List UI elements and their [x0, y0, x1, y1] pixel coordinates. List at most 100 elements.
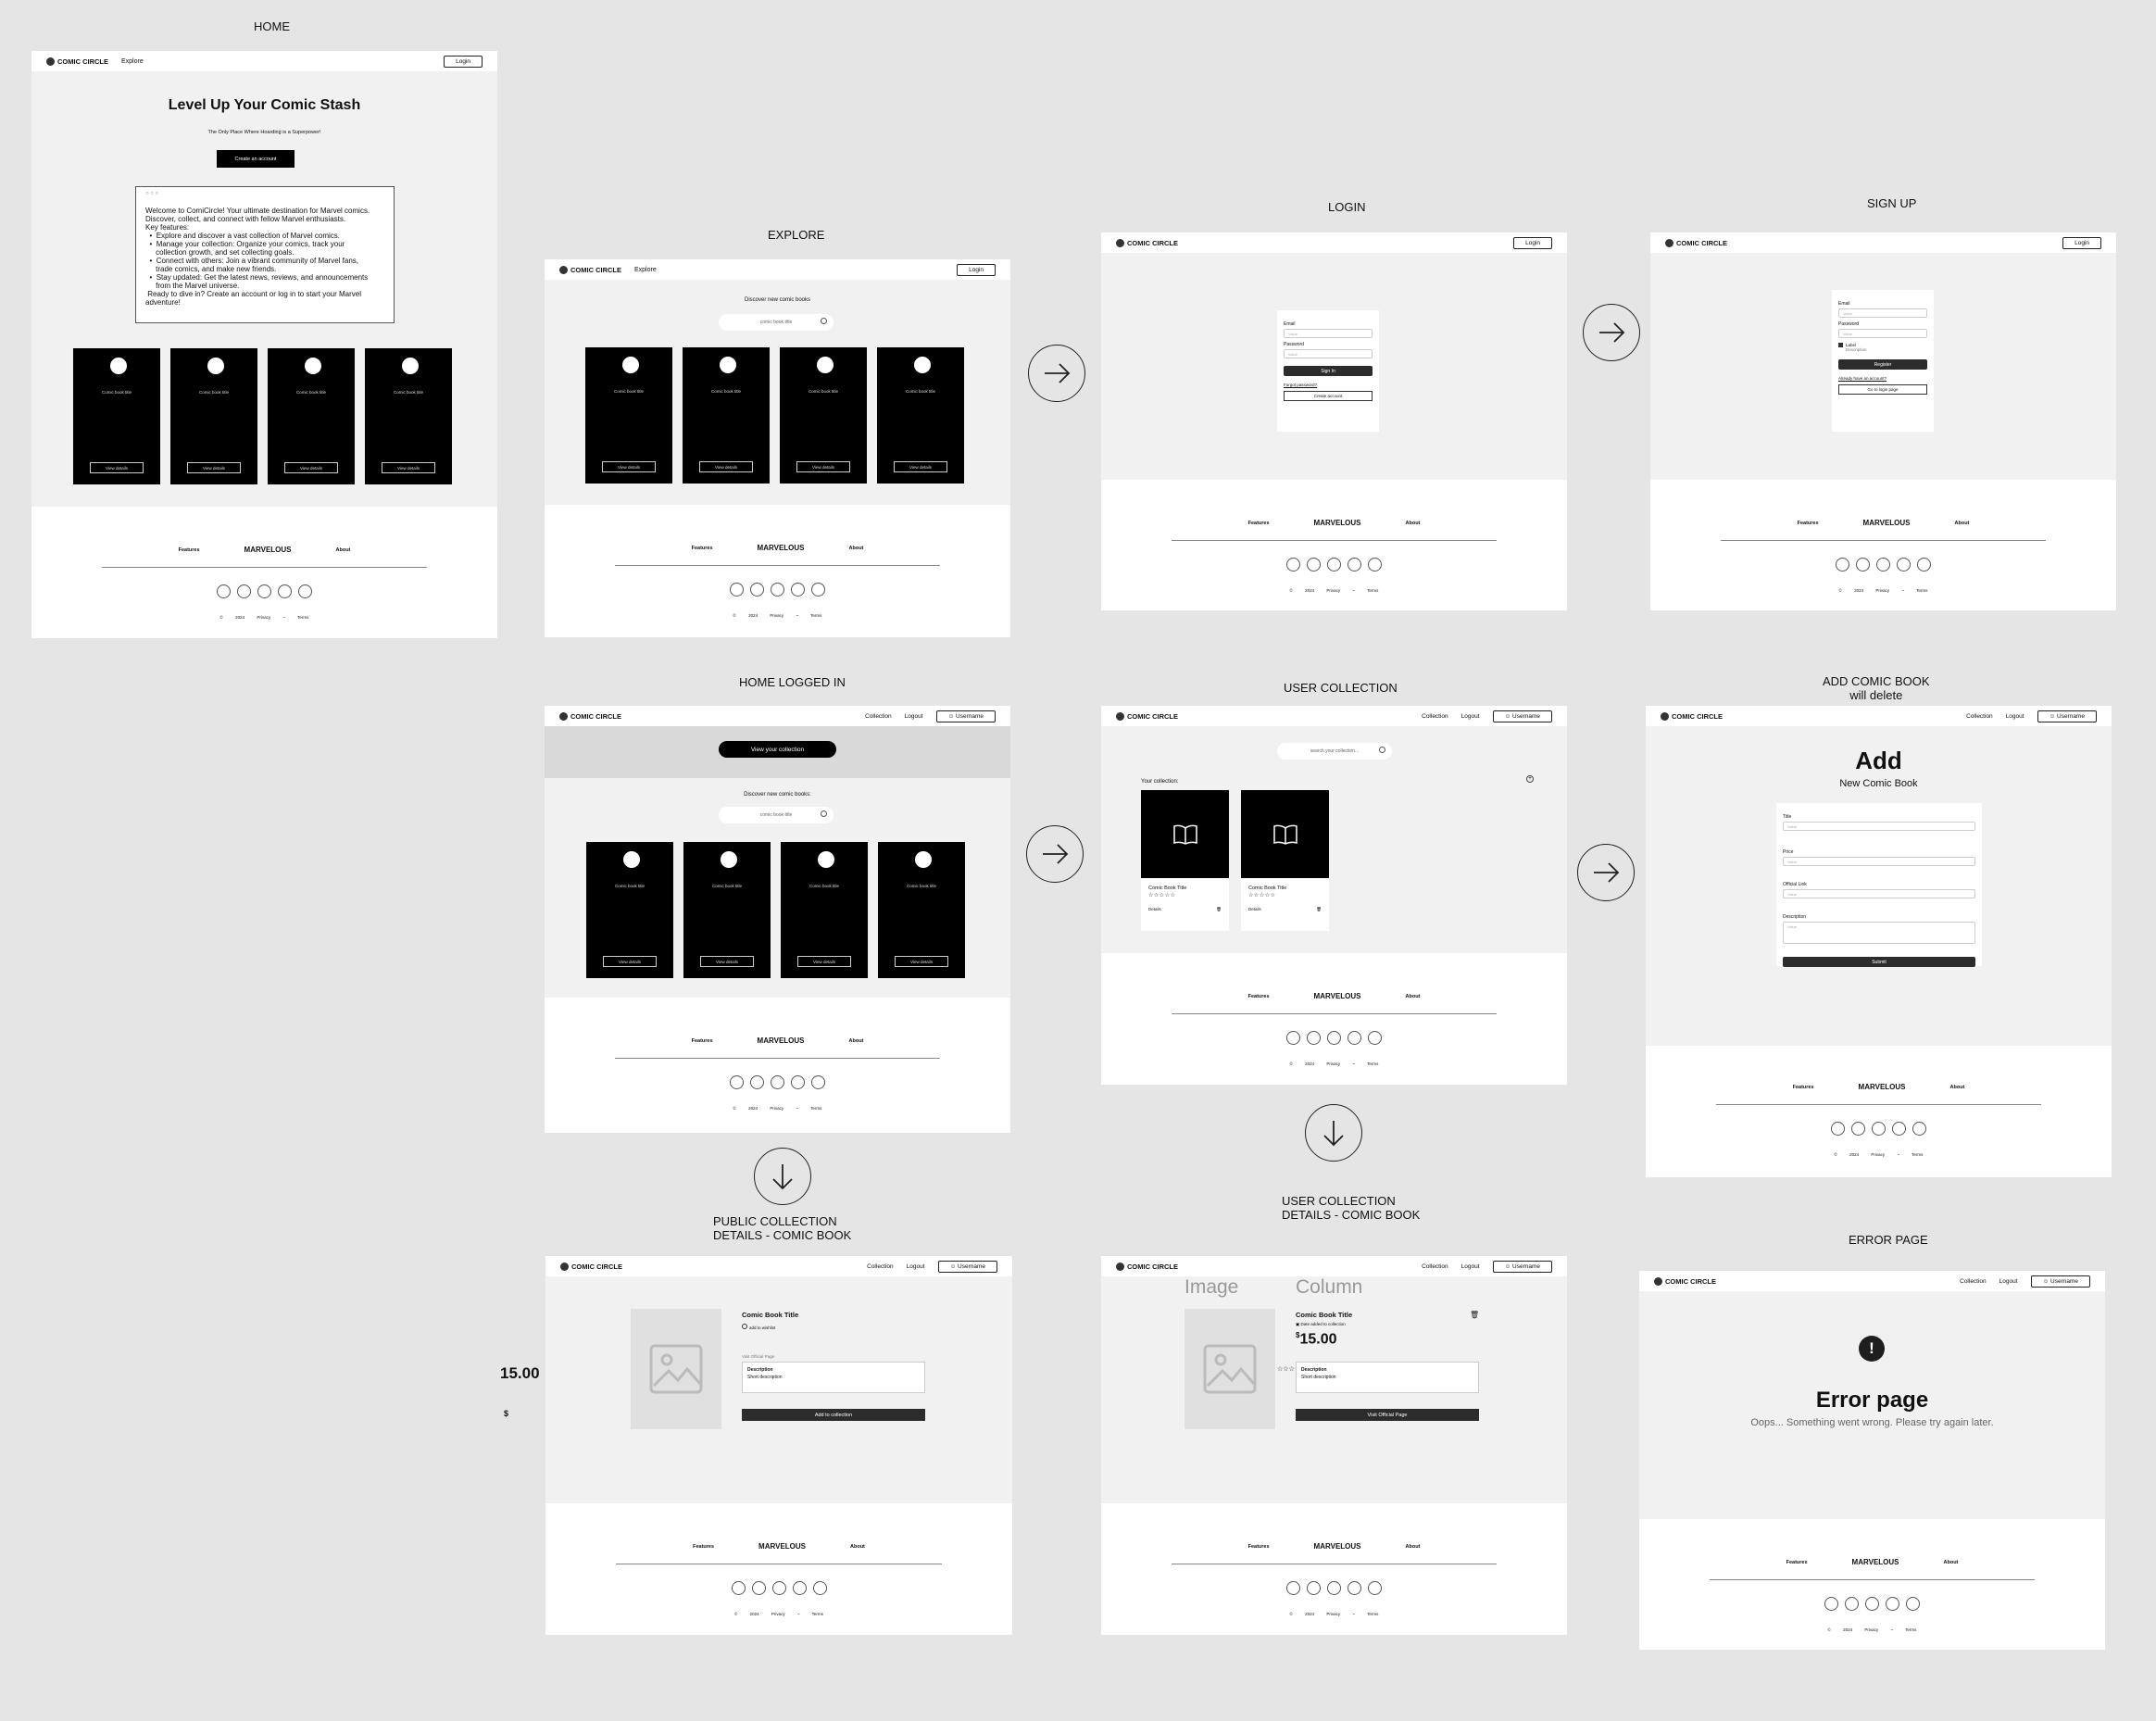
view-details-button[interactable]: View details [700, 956, 754, 967]
logo[interactable]: COMIC CIRCLE [560, 1262, 622, 1271]
nav-collection[interactable]: Collection [1966, 713, 1993, 720]
description-field[interactable]: Value [1783, 922, 1975, 944]
footer-features-link[interactable]: Features [1248, 994, 1270, 999]
footer-features-link[interactable]: Features [692, 1038, 713, 1044]
footer-features-link[interactable]: Features [1786, 1560, 1808, 1565]
username-button[interactable]: ☺ Username [935, 710, 996, 722]
social-icon[interactable] [1307, 558, 1321, 572]
social-icon[interactable] [1851, 1122, 1865, 1136]
view-details-button[interactable]: View details [796, 461, 850, 472]
logo[interactable]: COMIC CIRCLE [1661, 711, 1723, 721]
social-icon[interactable] [1286, 558, 1300, 572]
social-icon[interactable] [1327, 1031, 1341, 1045]
social-icon[interactable] [1897, 558, 1911, 572]
nav-collection[interactable]: Collection [865, 713, 892, 720]
trash-icon[interactable]: 🗑 [1316, 907, 1322, 912]
social-icon[interactable] [237, 584, 251, 598]
social-icon[interactable] [1286, 1031, 1300, 1045]
social-icon[interactable] [278, 584, 292, 598]
footer-about-link[interactable]: About [850, 1544, 865, 1550]
social-icon[interactable] [792, 1581, 807, 1595]
social-icon[interactable] [1327, 1581, 1341, 1595]
footer-about-link[interactable]: About [849, 546, 864, 551]
add-to-collection-button[interactable]: Add to collection [742, 1409, 925, 1421]
view-details-button[interactable]: View details [382, 462, 435, 473]
social-icon[interactable] [1912, 1122, 1926, 1136]
social-icon[interactable] [812, 1581, 827, 1595]
search-input[interactable]: comic book title [719, 807, 834, 823]
footer-about-link[interactable]: About [1950, 1085, 1965, 1090]
price-field[interactable]: Value [1783, 857, 1975, 866]
footer-about-link[interactable]: About [1406, 1544, 1421, 1550]
nav-explore[interactable]: Explore [121, 58, 144, 65]
nav-logout[interactable]: Logout [1999, 1278, 2018, 1285]
view-details-button[interactable]: View details [90, 462, 144, 473]
trash-icon[interactable]: 🗑 [1216, 907, 1222, 912]
official-link-field[interactable]: Value [1783, 889, 1975, 898]
social-icon[interactable] [1906, 1597, 1920, 1611]
login-button[interactable]: Login [1513, 236, 1552, 249]
nav-logout[interactable]: Logout [2006, 713, 2024, 720]
sign-in-button[interactable]: Sign In [1284, 366, 1373, 376]
logo[interactable]: COMIC CIRCLE [1654, 1276, 1716, 1286]
go-to-login-button[interactable]: Go to login page [1838, 384, 1927, 395]
logo[interactable]: COMIC CIRCLE [46, 57, 108, 66]
social-icon[interactable] [750, 583, 764, 597]
footer-features-link[interactable]: Features [1793, 1085, 1814, 1090]
nav-collection[interactable]: Collection [867, 1263, 894, 1270]
username-button[interactable]: ☺ Username [2037, 710, 2097, 722]
username-button[interactable]: ☺ Username [2030, 1275, 2090, 1288]
email-field[interactable]: Value [1284, 329, 1373, 338]
view-collection-button[interactable]: View your collection [719, 741, 836, 758]
register-button[interactable]: Register [1838, 359, 1927, 370]
email-field[interactable]: Value [1838, 308, 1927, 318]
collection-search-input[interactable]: search your collection... [1277, 743, 1392, 760]
social-icon[interactable] [1886, 1597, 1899, 1611]
social-icon[interactable] [1876, 558, 1890, 572]
rating-stars[interactable]: ☆☆☆☆☆ [1241, 891, 1329, 899]
social-icon[interactable] [791, 1075, 805, 1089]
add-icon[interactable]: + [1526, 775, 1534, 783]
logo[interactable]: COMIC CIRCLE [1116, 1262, 1178, 1271]
nav-collection[interactable]: Collection [1960, 1278, 1987, 1285]
social-icon[interactable] [1824, 1597, 1838, 1611]
footer-about-link[interactable]: About [1944, 1560, 1959, 1565]
social-icon[interactable] [257, 584, 271, 598]
create-account-button[interactable]: Create account [1284, 391, 1373, 401]
logo[interactable]: COMIC CIRCLE [559, 265, 621, 274]
search-input[interactable]: comic book title [719, 314, 834, 331]
footer-features-link[interactable]: Features [693, 1544, 714, 1550]
view-details-button[interactable]: View details [602, 461, 656, 472]
social-icon[interactable] [1286, 1581, 1300, 1595]
login-button[interactable]: Login [2062, 236, 2101, 249]
username-button[interactable]: ☺ Username [1492, 710, 1552, 722]
footer-features-link[interactable]: Features [179, 547, 200, 553]
checkbox-row[interactable]: Label Description [1838, 343, 1927, 352]
visit-official-page-button[interactable]: Visit Official Page [1296, 1409, 1479, 1421]
nav-collection[interactable]: Collection [1422, 713, 1448, 720]
username-button[interactable]: ☺ Username [1492, 1260, 1552, 1273]
forgot-password-link[interactable]: Forgot password? [1284, 383, 1373, 387]
submit-button[interactable]: Submit [1783, 957, 1975, 967]
social-icon[interactable] [1892, 1122, 1906, 1136]
nav-logout[interactable]: Logout [1461, 1263, 1480, 1270]
view-details-button[interactable]: View details [895, 956, 948, 967]
logo[interactable]: COMIC CIRCLE [1116, 711, 1178, 721]
social-icon[interactable] [730, 583, 744, 597]
social-icon[interactable] [298, 584, 312, 598]
social-icon[interactable] [1348, 1581, 1361, 1595]
social-icon[interactable] [771, 1075, 784, 1089]
social-icon[interactable] [1845, 1597, 1859, 1611]
already-account-link[interactable]: Already have an account? [1838, 376, 1927, 381]
details-link[interactable]: Details [1248, 907, 1261, 912]
footer-about-link[interactable]: About [336, 547, 351, 553]
social-icon[interactable] [1348, 558, 1361, 572]
footer-about-link[interactable]: About [1955, 521, 1970, 526]
social-icon[interactable] [1836, 558, 1849, 572]
view-details-button[interactable]: View details [284, 462, 338, 473]
social-icon[interactable] [1856, 558, 1870, 572]
social-icon[interactable] [811, 1075, 825, 1089]
footer-features-link[interactable]: Features [692, 546, 713, 551]
logo[interactable]: COMIC CIRCLE [559, 711, 621, 721]
social-icon[interactable] [751, 1581, 766, 1595]
